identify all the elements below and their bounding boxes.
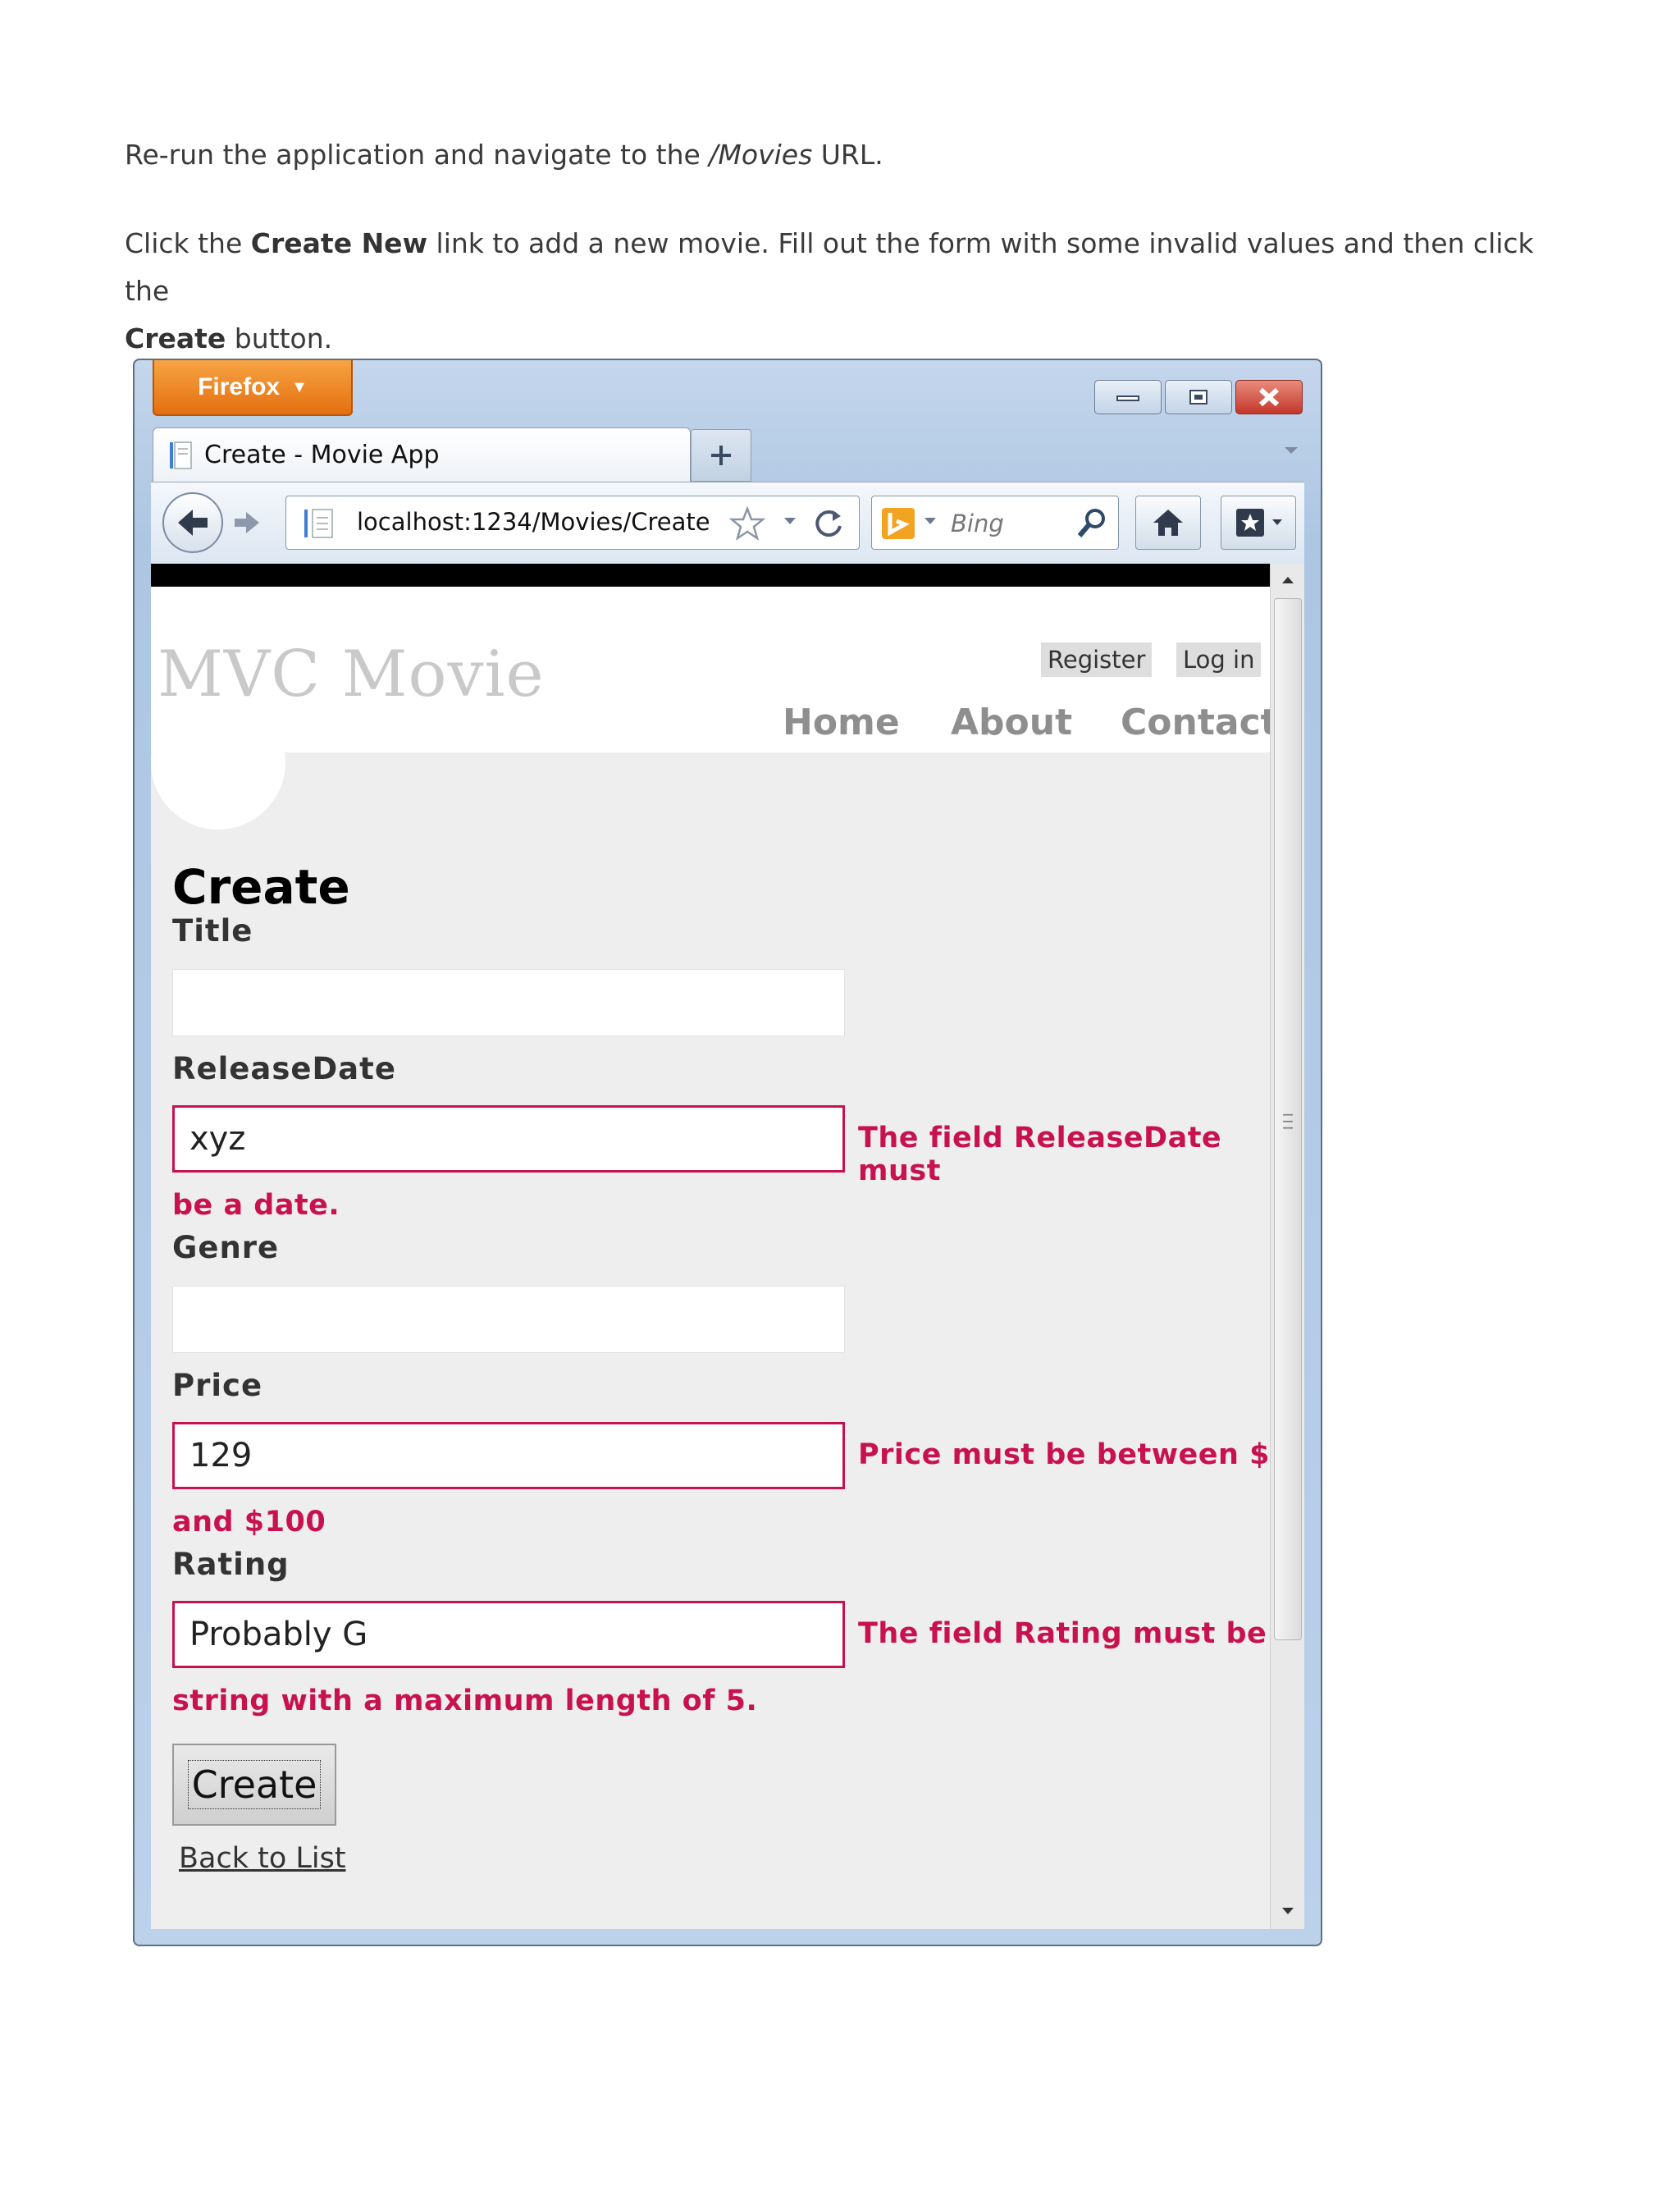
- url-text: localhost:1234/Movies/Create: [357, 508, 710, 536]
- p1-url-path: /Movies: [709, 139, 813, 171]
- menu-caret-icon: ▼: [291, 377, 308, 396]
- rating-input[interactable]: [172, 1601, 845, 1668]
- minimize-button[interactable]: [1094, 380, 1162, 414]
- bing-icon: [882, 508, 915, 539]
- site-title[interactable]: MVC Movie: [158, 638, 545, 711]
- bookmarks-chevron-down-icon: [1272, 519, 1282, 525]
- browser-window: Firefox ▼ Create - Movie App localhost:1…: [133, 359, 1322, 1946]
- rating-error-cont: string with a maximum length of 5.: [172, 1685, 758, 1717]
- reload-icon[interactable]: [811, 506, 846, 541]
- scroll-up-arrow-icon: [1282, 577, 1294, 583]
- login-link[interactable]: Log in: [1176, 642, 1262, 677]
- instruction-paragraph-2: Click the Create New link to add a new m…: [125, 220, 1568, 363]
- scroll-down-button[interactable]: [1271, 1895, 1304, 1927]
- create-button-label: Create: [187, 1760, 322, 1809]
- p2-text: Click the: [125, 227, 251, 259]
- releasedate-error-cont: be a date.: [172, 1189, 340, 1222]
- price-input[interactable]: [172, 1422, 845, 1489]
- firefox-menu-label: Firefox: [198, 373, 281, 400]
- back-arrow-icon: [178, 510, 208, 536]
- forward-arrow-icon: [235, 512, 259, 533]
- register-link[interactable]: Register: [1041, 642, 1153, 677]
- genre-input[interactable]: [172, 1286, 845, 1353]
- back-button[interactable]: [162, 492, 223, 553]
- bookmarks-button[interactable]: [1221, 496, 1296, 550]
- page-icon: [170, 441, 192, 469]
- home-icon: [1153, 510, 1183, 536]
- genre-label: Genre: [172, 1230, 280, 1265]
- title-input[interactable]: [172, 969, 845, 1036]
- search-engine-chevron-down-icon[interactable]: [923, 516, 938, 526]
- tab-title: Create - Movie App: [204, 441, 440, 469]
- back-to-list-link[interactable]: Back to List: [179, 1842, 346, 1875]
- navigation-toolbar: localhost:1234/Movies/Create Bing: [151, 482, 1304, 564]
- bookmarks-icon: [1236, 509, 1264, 537]
- nav-about-link[interactable]: About: [951, 702, 1072, 743]
- page-viewport: MVC Movie Register Log in Home About Con…: [151, 564, 1304, 1929]
- tab-list-chevron-down-icon[interactable]: [1283, 446, 1299, 455]
- p2-create-new: Create New: [250, 227, 428, 259]
- p1-text-end: URL.: [812, 139, 883, 171]
- rating-label: Rating: [172, 1547, 290, 1582]
- p2-create: Create: [125, 322, 226, 354]
- close-button[interactable]: [1235, 380, 1303, 414]
- maximize-button[interactable]: [1165, 380, 1232, 414]
- releasedate-label: ReleaseDate: [172, 1051, 396, 1086]
- scroll-down-arrow-icon: [1282, 1908, 1294, 1914]
- p2-text-end: button.: [226, 322, 333, 354]
- address-bar[interactable]: localhost:1234/Movies/Create: [285, 496, 860, 550]
- maximize-icon: [1189, 390, 1208, 405]
- url-history-chevron-down-icon[interactable]: [783, 516, 797, 526]
- instruction-paragraph-1: Re-run the application and navigate to t…: [125, 131, 883, 179]
- minimize-icon: [1116, 395, 1139, 401]
- title-label: Title: [172, 913, 253, 949]
- scroll-grip-icon: ‒ ‒ ‒: [1282, 1104, 1294, 1138]
- search-magnifier-icon[interactable]: [1075, 506, 1108, 541]
- home-button[interactable]: [1135, 496, 1201, 550]
- bookmark-star-icon[interactable]: [729, 506, 765, 541]
- scroll-up-button[interactable]: [1271, 564, 1304, 597]
- p1-text: Re-run the application and navigate to t…: [125, 139, 710, 171]
- window-controls: [1094, 380, 1303, 414]
- vertical-scrollbar[interactable]: ‒ ‒ ‒: [1270, 564, 1304, 1929]
- nav-contact-link[interactable]: Contact: [1121, 702, 1278, 743]
- new-tab-button[interactable]: [691, 429, 751, 482]
- price-error-cont: and $100: [172, 1506, 326, 1538]
- create-button[interactable]: Create: [172, 1744, 336, 1826]
- price-error: Price must be between $1: [858, 1438, 1290, 1471]
- firefox-menu-button[interactable]: Firefox ▼: [153, 360, 353, 416]
- nav-home-link[interactable]: Home: [783, 702, 900, 743]
- rating-error: The field Rating must be a: [858, 1617, 1298, 1650]
- forward-button[interactable]: [226, 505, 267, 540]
- site-identity-page-icon: [304, 509, 333, 538]
- releasedate-error: The field ReleaseDate must: [858, 1122, 1222, 1187]
- close-icon: [1258, 387, 1280, 407]
- scroll-thumb[interactable]: ‒ ‒ ‒: [1274, 598, 1302, 1640]
- search-bar[interactable]: Bing: [871, 496, 1119, 550]
- price-label: Price: [172, 1368, 263, 1403]
- search-placeholder: Bing: [951, 510, 1004, 537]
- page-title: Create: [172, 859, 350, 915]
- plus-icon: [711, 446, 731, 465]
- tab-create-movie-app[interactable]: Create - Movie App: [153, 427, 691, 482]
- releasedate-input[interactable]: [172, 1105, 845, 1173]
- site-header: MVC Movie Register Log in Home About Con…: [151, 587, 1278, 752]
- page-top-bar: [151, 564, 1270, 587]
